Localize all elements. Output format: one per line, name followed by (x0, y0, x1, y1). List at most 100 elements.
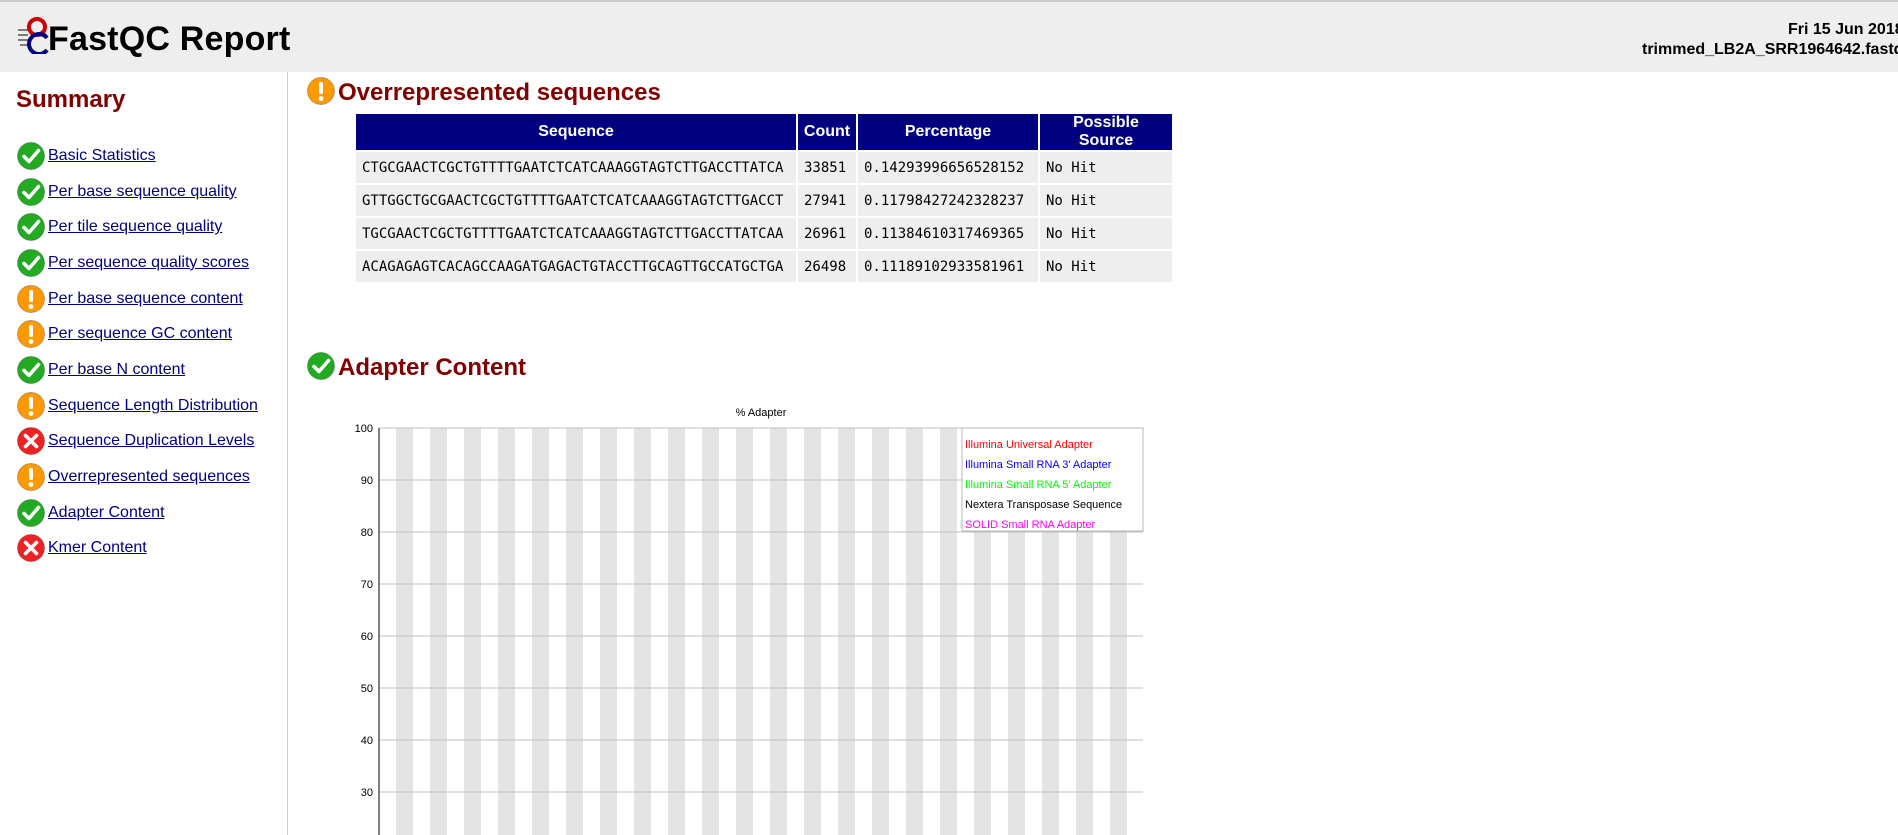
table-header-row: Sequence Count Percentage Possible Sourc… (356, 114, 1172, 150)
cell-percentage: 0.11189102933581961 (858, 251, 1038, 282)
sidebar-link-per-base-n-content[interactable]: Per base N content (48, 361, 185, 379)
adapter-title: Adapter Content (338, 354, 526, 381)
plot-band (940, 428, 957, 835)
sidebar-link-per-sequence-gc-content[interactable]: Per sequence GC content (48, 325, 232, 343)
sidebar-item-sequence-length-distribution[interactable]: Sequence Length Distribution (16, 388, 258, 424)
warn-icon (16, 391, 46, 421)
table-row: CTGCGAACTCGCTGTTTTGAATCTCATCAAAGGTAGTCTT… (356, 152, 1172, 183)
fail-icon (16, 533, 46, 563)
adapter-content-chart: 100 90 80 70 60 50 40 30 % Adapter Illumina Unive… (355, 407, 1144, 835)
warn-icon (16, 462, 46, 492)
report-date: Fri 15 Jun 2018 (1788, 21, 1898, 38)
warn-icon (16, 284, 46, 314)
plot-band (396, 428, 413, 835)
plot-band (498, 428, 515, 835)
table-row: TGCGAACTCGCTGTTTTGAATCTCATCAAAGGTAGTCTTG… (356, 218, 1172, 249)
sidebar-link-sequence-length-distribution[interactable]: Sequence Length Distribution (48, 397, 258, 415)
plot-band (736, 428, 753, 835)
y-tick-label: 80 (361, 527, 373, 539)
sidebar-link-per-tile-sequence-quality[interactable]: Per tile sequence quality (48, 218, 222, 236)
overrepresented-title: Overrepresented sequences (338, 79, 661, 106)
legend-entry-5: SOLID Small RNA Adapter (965, 519, 1096, 531)
y-tick-label: 90 (361, 475, 373, 487)
plot-band (770, 428, 787, 835)
sidebar-link-sequence-duplication-levels[interactable]: Sequence Duplication Levels (48, 432, 254, 450)
sidebar-item-per-sequence-quality-scores[interactable]: Per sequence quality scores (16, 245, 258, 281)
table-row: ACAGAGAGTCACAGCCAAGATGAGACTGTACCTTGCAGTT… (356, 251, 1172, 282)
pass-icon (306, 351, 336, 381)
fail-icon (16, 426, 46, 456)
sidebar-link-adapter-content[interactable]: Adapter Content (48, 504, 165, 522)
y-tick-label: 100 (355, 423, 373, 435)
y-tick-label: 70 (361, 579, 373, 591)
legend-entry-3: Illumina Small RNA 5' Adapter (965, 479, 1112, 491)
sidebar-item-per-base-n-content[interactable]: Per base N content (16, 352, 258, 388)
sidebar-item-per-sequence-gc-content[interactable]: Per sequence GC content (16, 316, 258, 352)
cell-possible-source: No Hit (1040, 218, 1172, 249)
adapter-section-header: Adapter Content (306, 351, 526, 381)
sidebar-item-adapter-content[interactable]: Adapter Content (16, 495, 258, 531)
column-header-sequence: Sequence (356, 114, 796, 150)
chart-title: % Adapter (736, 407, 787, 419)
legend-entry-1: Illumina Universal Adapter (965, 439, 1093, 451)
summary-title: Summary (16, 86, 126, 113)
sidebar-link-kmer-content[interactable]: Kmer Content (48, 539, 147, 557)
plot-band (906, 428, 923, 835)
plot-band (634, 428, 651, 835)
fastqc-logo-icon (18, 17, 49, 54)
cell-sequence: GTTGGCTGCGAACTCGCTGTTTTGAATCTCATCAAAGGTA… (356, 185, 796, 216)
legend-entry-2: Illumina Small RNA 3' Adapter (965, 459, 1112, 471)
overrepresented-section-header: Overrepresented sequences (306, 76, 661, 106)
warn-icon (306, 76, 336, 106)
sidebar-item-kmer-content[interactable]: Kmer Content (16, 531, 258, 567)
plot-band (600, 428, 617, 835)
plot-band (532, 428, 549, 835)
plot-band (566, 428, 583, 835)
plot-band (838, 428, 855, 835)
y-tick-label: 40 (361, 735, 373, 747)
report-filename: trimmed_LB2A_SRR1964642.fastq (1642, 41, 1898, 58)
pass-icon (16, 248, 46, 278)
module-list: Basic Statistics Per base sequence qualit… (16, 138, 258, 566)
plot-band (804, 428, 821, 835)
report-meta: Fri 15 Jun 2018 trimmed_LB2A_SRR1964642.… (1600, 20, 1898, 60)
y-tick-label: 60 (361, 631, 373, 643)
y-tick-label: 30 (361, 787, 373, 799)
cell-count: 26961 (798, 218, 856, 249)
plot-band (872, 428, 889, 835)
plot-band (702, 428, 719, 835)
cell-sequence: TGCGAACTCGCTGTTTTGAATCTCATCAAAGGTAGTCTTG… (356, 218, 796, 249)
cell-percentage: 0.11798427242328237 (858, 185, 1038, 216)
sidebar-item-per-base-sequence-content[interactable]: Per base sequence content (16, 281, 258, 317)
sidebar-item-basic-statistics[interactable]: Basic Statistics (16, 138, 258, 174)
warn-icon (16, 319, 46, 349)
cell-possible-source: No Hit (1040, 251, 1172, 282)
sidebar-item-overrepresented-sequences[interactable]: Overrepresented sequences (16, 459, 258, 495)
sidebar-link-per-sequence-quality-scores[interactable]: Per sequence quality scores (48, 254, 249, 272)
sidebar-link-per-base-sequence-content[interactable]: Per base sequence content (48, 290, 243, 308)
report-title: FastQC Report (48, 20, 291, 58)
plot-band (464, 428, 481, 835)
cell-count: 33851 (798, 152, 856, 183)
pass-icon (16, 177, 46, 207)
column-header-count: Count (798, 114, 856, 150)
sidebar-item-per-base-sequence-quality[interactable]: Per base sequence quality (16, 174, 258, 210)
pass-icon (16, 212, 46, 242)
y-tick-label: 50 (361, 683, 373, 695)
sidebar-item-sequence-duplication-levels[interactable]: Sequence Duplication Levels (16, 424, 258, 460)
pass-icon (16, 498, 46, 528)
cell-sequence: CTGCGAACTCGCTGTTTTGAATCTCATCAAAGGTAGTCTT… (356, 152, 796, 183)
cell-count: 27941 (798, 185, 856, 216)
plot-band (668, 428, 685, 835)
column-header-possible-source: Possible Source (1040, 114, 1172, 150)
sidebar-item-per-tile-sequence-quality[interactable]: Per tile sequence quality (16, 209, 258, 245)
cell-percentage: 0.11384610317469365 (858, 218, 1038, 249)
cell-possible-source: No Hit (1040, 185, 1172, 216)
table-row: GTTGGCTGCGAACTCGCTGTTTTGAATCTCATCAAAGGTA… (356, 185, 1172, 216)
pass-icon (16, 355, 46, 385)
sidebar-link-basic-statistics[interactable]: Basic Statistics (48, 147, 156, 165)
sidebar-link-overrepresented-sequences[interactable]: Overrepresented sequences (48, 468, 250, 486)
summary-sidebar: Summary Basic Statistics Per base sequenc… (0, 72, 288, 835)
report-header: FastQC Report Fri 15 Jun 2018 trimmed_LB… (0, 0, 1898, 72)
sidebar-link-per-base-sequence-quality[interactable]: Per base sequence quality (48, 183, 237, 201)
